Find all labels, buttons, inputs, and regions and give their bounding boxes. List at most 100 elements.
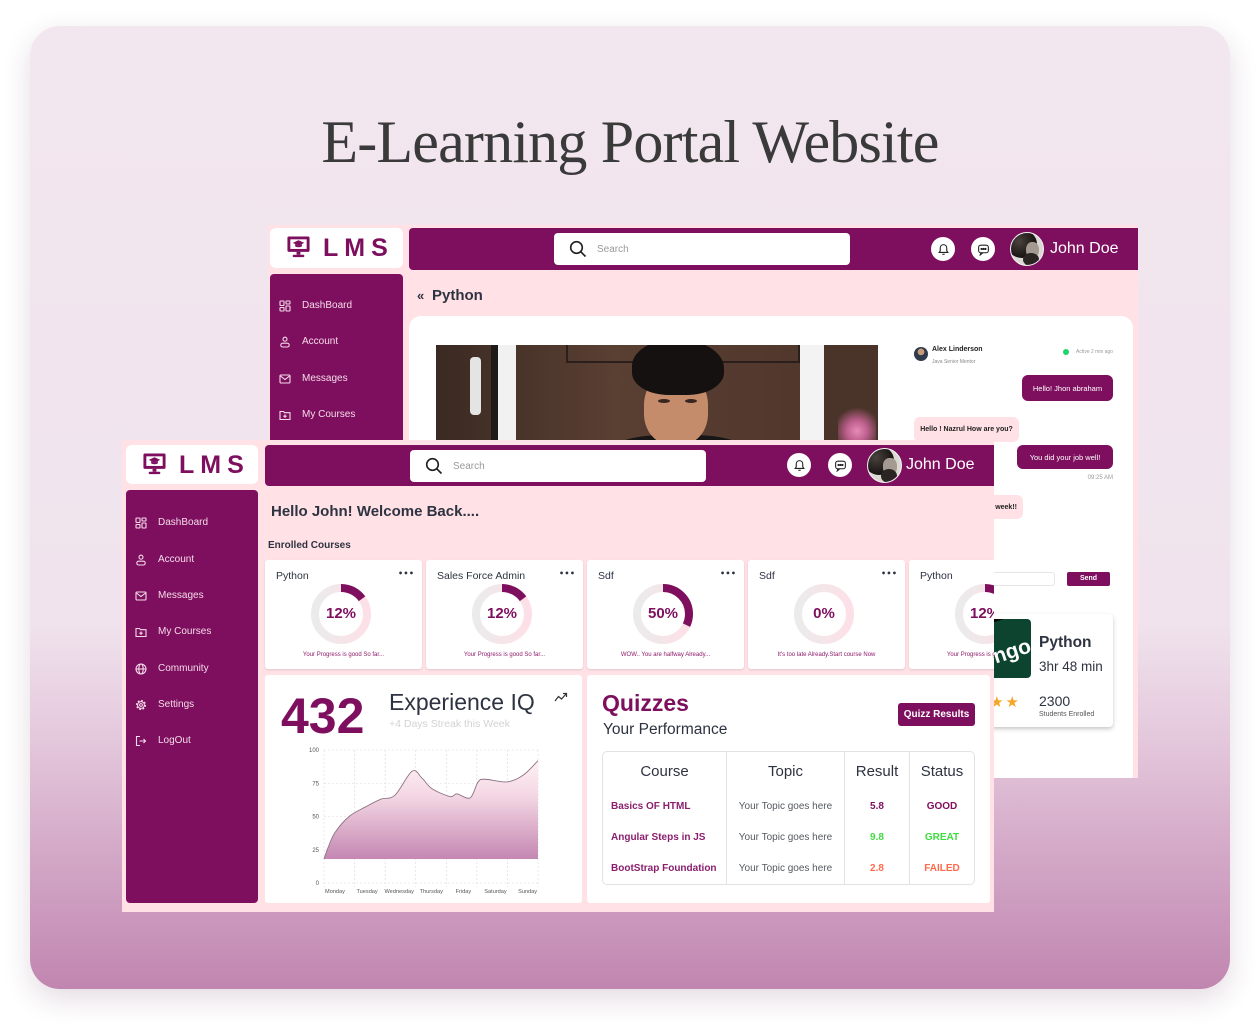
- course-card-title: Python: [920, 570, 953, 582]
- column-header-topic[interactable]: Topic: [726, 752, 844, 791]
- more-options-icon[interactable]: •••: [559, 567, 575, 581]
- x-tick-label: Monday: [325, 889, 345, 895]
- progress-caption: It's too late Already.Start course Now: [777, 652, 876, 658]
- user-name[interactable]: John Doe: [906, 455, 975, 475]
- progress-caption: Your Progress is good So far...: [302, 652, 385, 658]
- progress-caption: WOW.. You are halfway Already...: [620, 652, 711, 658]
- sidebar-item-my-courses[interactable]: My Courses: [270, 403, 403, 427]
- sidebar-item-label: My Courses: [158, 626, 212, 637]
- sidebar-item-dashboard[interactable]: DashBoard: [270, 294, 403, 318]
- video-scene-detail: [632, 345, 724, 395]
- column-header-course[interactable]: Course: [603, 752, 726, 791]
- mentor-role: Java Senior Mentor: [932, 359, 976, 365]
- quiz-status-cell: FAILED: [909, 853, 974, 884]
- course-progress-card[interactable]: Python ••• 12% Your Progress is good So …: [265, 560, 422, 669]
- sidebar-item-settings[interactable]: Settings: [126, 693, 258, 717]
- quizzes-subtitle: Your Performance: [603, 721, 728, 738]
- course-title: Python: [432, 287, 483, 304]
- mentor-avatar[interactable]: [914, 347, 928, 361]
- logo[interactable]: LMS: [126, 445, 258, 484]
- more-options-icon[interactable]: •••: [720, 567, 736, 581]
- online-status-dot: [1063, 349, 1069, 355]
- quiz-status-cell: GREAT: [909, 822, 974, 853]
- quiz-topic-cell: Your Topic goes here: [726, 791, 844, 822]
- user-avatar[interactable]: [1010, 232, 1044, 266]
- send-button[interactable]: Send: [1067, 572, 1110, 586]
- more-options-icon[interactable]: •••: [398, 567, 414, 581]
- notifications-button[interactable]: [931, 237, 955, 261]
- chat-icon: [977, 244, 989, 256]
- dashboard-icon: [279, 300, 291, 312]
- sidebar-item-label: Account: [302, 336, 339, 347]
- sidebar-item-account[interactable]: Account: [126, 548, 258, 572]
- sidebar-item-logout[interactable]: LogOut: [126, 729, 258, 753]
- course-progress-card[interactable]: Sdf ••• 50% WOW.. You are halfway Alread…: [587, 560, 744, 669]
- welcome-heading: Hello John! Welcome Back....: [271, 503, 480, 520]
- quiz-topic-cell: Your Topic goes here: [726, 853, 844, 884]
- chart-x-axis: Monday Tuesday Wednesday Thursday Friday Satu…: [325, 889, 537, 895]
- video-scene-detail: [658, 399, 670, 403]
- sidebar-item-messages[interactable]: Messages: [126, 584, 258, 608]
- dashboard-icon: [135, 517, 147, 529]
- x-tick-label: Sunday: [518, 889, 537, 895]
- mail-icon: [279, 374, 291, 384]
- notifications-button[interactable]: [787, 453, 811, 477]
- sidebar-item-community[interactable]: Community: [126, 657, 258, 681]
- sidebar-item-my-courses[interactable]: My Courses: [126, 620, 258, 644]
- enrolled-courses-heading: Enrolled Courses: [268, 540, 351, 551]
- quiz-course-cell[interactable]: Basics OF HTML: [603, 791, 726, 822]
- folder-plus-icon: [135, 627, 147, 638]
- quiz-result-cell: 9.8: [844, 822, 909, 853]
- quiz-course-cell[interactable]: Angular Steps in JS: [603, 822, 726, 853]
- experience-card: 432 Experience IQ +4 Days Streak this We…: [265, 675, 582, 903]
- gear-icon: [135, 699, 147, 711]
- course-progress-card[interactable]: Sales Force Admin ••• 12% Your Progress …: [426, 560, 583, 669]
- sidebar-item-label: Account: [158, 554, 195, 565]
- sidebar-item-dashboard[interactable]: DashBoard: [126, 511, 258, 535]
- column-header-status[interactable]: Status: [909, 752, 974, 791]
- y-tick-label: 100: [309, 748, 320, 754]
- course-progress-card[interactable]: Python ••• 12% Your Progress is good So …: [909, 560, 994, 669]
- logo[interactable]: LMS: [270, 228, 403, 268]
- quiz-results-button[interactable]: Quizz Results: [898, 703, 975, 726]
- course-progress-card[interactable]: Sdf ••• 0% It's too late Already.Start c…: [748, 560, 905, 669]
- back-icon[interactable]: «: [417, 286, 424, 306]
- quiz-course-cell[interactable]: BootStrap Foundation: [603, 853, 726, 884]
- monitor-graduation-cap-icon: [287, 236, 310, 258]
- chat-message-sent: Hello! Jhon abraham: [1022, 375, 1113, 401]
- sidebar-item-account[interactable]: Account: [270, 330, 403, 354]
- logo-text: LMS: [323, 234, 394, 262]
- x-tick-label: Friday: [456, 889, 472, 895]
- sidebar-item-label: LogOut: [158, 735, 191, 746]
- x-tick-label: Thursday: [420, 889, 444, 895]
- search-input[interactable]: [597, 237, 837, 261]
- quiz-results-table: Course Topic Result Status Basics OF HTM…: [602, 751, 975, 885]
- sidebar-item-label: DashBoard: [302, 300, 353, 311]
- sidebar-item-messages[interactable]: Messages: [270, 367, 403, 391]
- top-bar: John Doe: [409, 228, 1138, 270]
- user-avatar[interactable]: [867, 448, 902, 483]
- quiz-result-cell: 2.8: [844, 853, 909, 884]
- folder-plus-icon: [279, 410, 291, 421]
- chat-icon: [834, 460, 846, 472]
- messages-button[interactable]: [971, 237, 995, 261]
- search-box[interactable]: [554, 233, 850, 265]
- chat-message-received: Hello ! Nazrul How are you?: [914, 417, 1019, 442]
- y-tick-label: 0: [316, 881, 320, 887]
- chart-y-axis: 0 25 50 75 100: [309, 748, 320, 887]
- sidebar-item-label: Messages: [158, 590, 204, 601]
- messages-button[interactable]: [828, 453, 852, 477]
- search-input[interactable]: [453, 454, 693, 478]
- column-header-result[interactable]: Result: [844, 752, 909, 791]
- mentor-name: Alex Linderson: [932, 346, 983, 353]
- course-card-title: Python: [1039, 634, 1092, 651]
- search-icon: [425, 457, 443, 475]
- progress-percent: 50%: [647, 605, 679, 622]
- students-count: 2300: [1039, 693, 1071, 709]
- account-icon: [136, 554, 146, 566]
- quiz-status-cell: GOOD: [909, 791, 974, 822]
- more-options-icon[interactable]: •••: [881, 567, 897, 581]
- search-box[interactable]: [410, 450, 706, 482]
- user-name[interactable]: John Doe: [1050, 239, 1119, 259]
- sidebar-item-label: My Courses: [302, 409, 356, 420]
